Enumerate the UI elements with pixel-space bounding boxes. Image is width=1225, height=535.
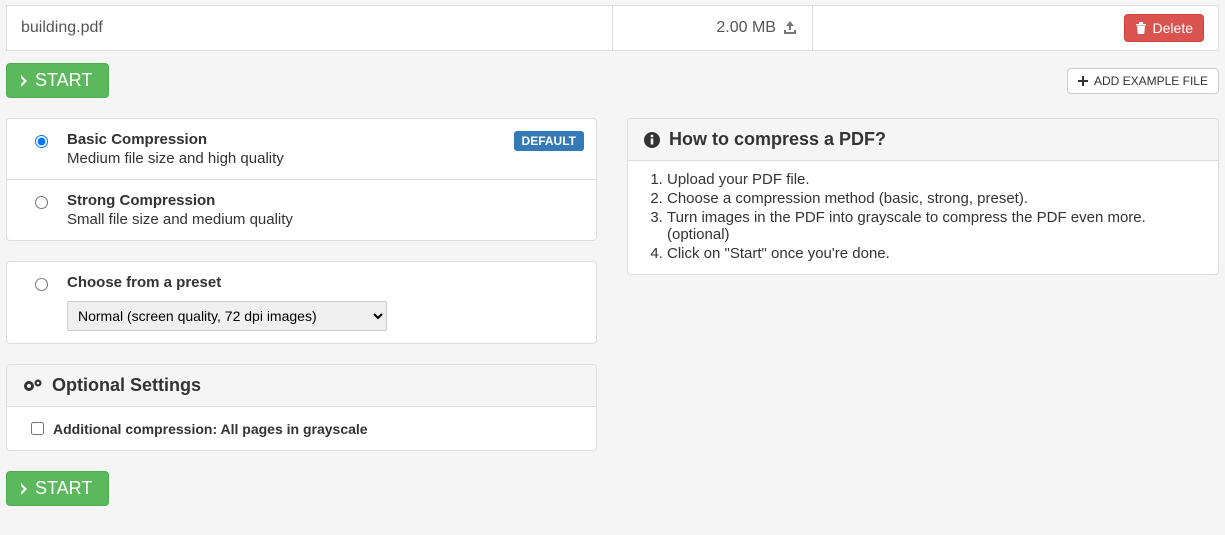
how-to-step: Turn images in the PDF into grayscale to…	[667, 209, 1203, 243]
preset-row[interactable]: Choose from a preset Normal (screen qual…	[7, 262, 596, 343]
optional-settings-panel: Optional Settings Additional compression…	[6, 364, 597, 451]
strong-radio[interactable]	[35, 196, 48, 209]
how-to-panel: How to compress a PDF? Upload your PDF f…	[627, 118, 1219, 275]
info-icon	[643, 131, 661, 149]
chevron-right-icon	[19, 481, 29, 497]
chevron-right-icon	[19, 73, 29, 89]
strong-compression-row[interactable]: Strong Compression Small file size and m…	[7, 180, 596, 240]
strong-desc: Small file size and medium quality	[67, 211, 584, 228]
add-example-button[interactable]: ADD EXAMPLE FILE	[1067, 68, 1219, 94]
basic-compression-row[interactable]: Basic Compression Medium file size and h…	[7, 119, 596, 180]
default-badge: DEFAULT	[514, 131, 584, 151]
how-to-step: Click on "Start" once you're done.	[667, 245, 1203, 262]
grayscale-checkbox[interactable]	[31, 422, 44, 435]
plus-icon	[1078, 76, 1088, 86]
start-button-bottom[interactable]: START	[6, 471, 109, 506]
basic-title: Basic Compression	[67, 131, 584, 148]
how-to-heading-text: How to compress a PDF?	[669, 129, 886, 150]
start-button-top[interactable]: START	[6, 63, 109, 98]
preset-radio[interactable]	[35, 278, 48, 291]
delete-button[interactable]: Delete	[1124, 14, 1204, 42]
preset-select[interactable]: Normal (screen quality, 72 dpi images)	[67, 301, 387, 331]
preset-title: Choose from a preset	[67, 274, 584, 291]
action-row-top: START ADD EXAMPLE FILE	[6, 63, 1219, 98]
how-to-list: Upload your PDF file. Choose a compressi…	[643, 171, 1203, 262]
optional-heading-text: Optional Settings	[52, 375, 201, 396]
preset-panel: Choose from a preset Normal (screen qual…	[6, 261, 597, 344]
trash-icon	[1135, 21, 1147, 35]
optional-heading: Optional Settings	[7, 365, 596, 407]
how-to-heading: How to compress a PDF?	[628, 119, 1218, 161]
file-name: building.pdf	[7, 6, 613, 51]
file-size-cell: 2.00 MB	[613, 6, 813, 51]
file-row: building.pdf 2.00 MB	[7, 6, 1219, 51]
gears-icon	[22, 377, 44, 395]
upload-icon	[782, 20, 798, 36]
grayscale-label[interactable]: Additional compression: All pages in gra…	[53, 421, 368, 437]
how-to-step: Upload your PDF file.	[667, 171, 1203, 188]
basic-strong-panel: Basic Compression Medium file size and h…	[6, 118, 597, 241]
how-to-step: Choose a compression method (basic, stro…	[667, 190, 1203, 207]
delete-label: Delete	[1153, 20, 1193, 36]
file-size: 2.00 MB	[716, 19, 776, 37]
file-table: building.pdf 2.00 MB	[6, 5, 1219, 51]
start-label-bottom: START	[35, 478, 92, 499]
strong-title: Strong Compression	[67, 192, 584, 209]
file-action-cell: Delete	[812, 6, 1218, 51]
add-example-label: ADD EXAMPLE FILE	[1094, 74, 1208, 88]
basic-radio[interactable]	[35, 135, 48, 148]
basic-desc: Medium file size and high quality	[67, 150, 584, 167]
start-label-top: START	[35, 70, 92, 91]
